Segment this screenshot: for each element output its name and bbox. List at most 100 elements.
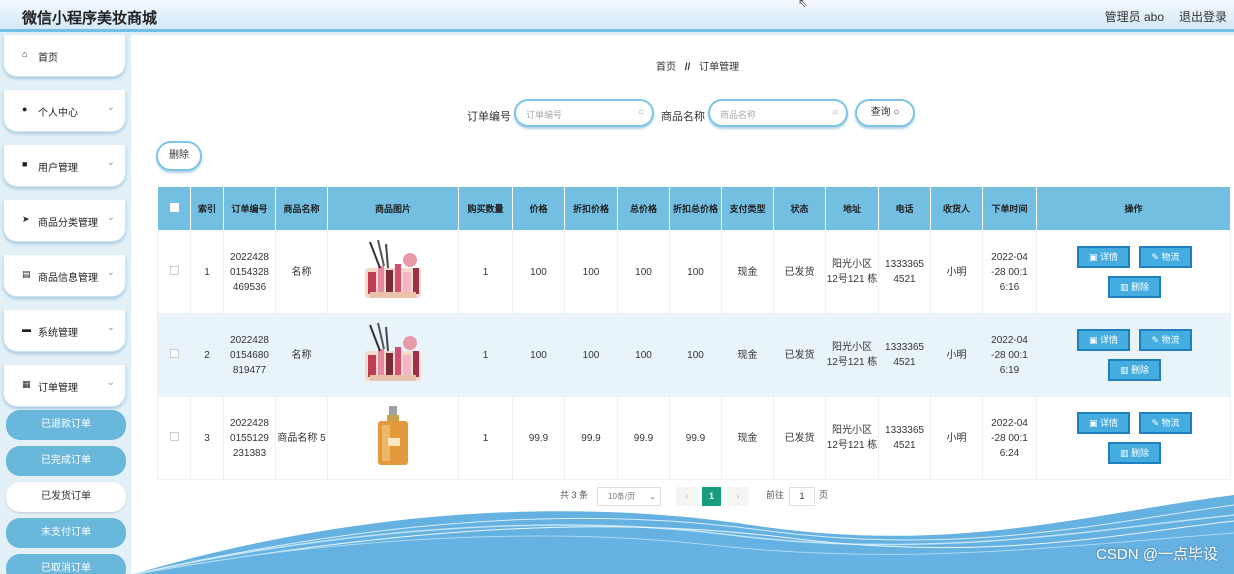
breadcrumb: 首页 // 订单管理 <box>656 58 739 73</box>
page-size-select[interactable]: 10条/页 ⌄ <box>597 487 661 506</box>
column-header: 状态 <box>773 186 826 231</box>
sidebar-item-label: 订单管理 <box>38 383 78 394</box>
cell-address: 阳光小区 12号121 栋 <box>825 313 879 397</box>
search-icon: ○ <box>831 107 838 118</box>
file-icon: ▤ <box>22 269 31 279</box>
detail-button[interactable]: ▣ 详情 <box>1077 412 1130 434</box>
logistics-label: 物流 <box>1161 335 1180 345</box>
cell-index: 2 <box>190 313 224 397</box>
goto-page-input[interactable]: 1 <box>789 487 815 506</box>
mouse-cursor-icon: ⇖ <box>798 0 809 10</box>
sidebar-item-categories[interactable]: ➤ 商品分类管理 ⌄ <box>3 200 126 242</box>
prev-page-button[interactable]: ‹ <box>676 487 698 506</box>
column-header: 电话 <box>878 186 931 231</box>
select-all-checkbox[interactable] <box>169 202 179 212</box>
cell-product-image <box>327 230 459 314</box>
sidebar-item-home[interactable]: ⌂ 首页 <box>3 35 126 77</box>
logout-link[interactable]: 退出登录 <box>1179 8 1227 25</box>
batch-delete-button[interactable]: 删除 <box>156 141 202 171</box>
order-no-input[interactable]: 订单编号 ○ <box>514 99 654 127</box>
column-header: 购买数量 <box>458 186 513 231</box>
doc-icon: ▣ <box>1088 335 1100 345</box>
cell-address: 阳光小区 12号121 栋 <box>825 230 879 314</box>
delete-label: 删除 <box>1131 365 1150 375</box>
cell-phone: 1333365 4521 <box>878 396 931 480</box>
page-number-active[interactable]: 1 <box>702 487 721 506</box>
column-header: 操作 <box>1036 186 1231 231</box>
search-icon: ○ <box>637 107 644 118</box>
logistics-button[interactable]: ✎ 物流 <box>1139 412 1192 434</box>
cell-total: 99.9 <box>617 396 670 480</box>
row-checkbox[interactable] <box>169 265 179 275</box>
delete-button[interactable]: ▥ 删除 <box>1108 359 1161 381</box>
cell-product-image <box>327 313 459 397</box>
sidebar-item-system[interactable]: ▬ 系统管理 ⌄ <box>3 310 126 352</box>
cell-discount-total: 99.9 <box>669 396 722 480</box>
page-suffix: 页 <box>819 490 829 500</box>
delete-button[interactable]: ▥ 删除 <box>1108 442 1161 464</box>
sidebar-item-label: 商品信息管理 <box>38 273 98 284</box>
column-header: 总价格 <box>617 186 670 231</box>
chevron-down-icon: ⌄ <box>106 157 115 168</box>
sidebar-item-label: 用户管理 <box>38 163 78 174</box>
column-header: 商品图片 <box>327 186 459 231</box>
column-header: 折扣总价格 <box>669 186 722 231</box>
cell-order-time: 2022-04 -28 00:1 6:16 <box>982 230 1037 314</box>
detail-label: 详情 <box>1100 418 1119 428</box>
main-content: 首页 // 订单管理 订单编号 订单编号 ○ 商品名称 商品名称 ○ 查询 ○ … <box>131 35 1234 574</box>
query-button[interactable]: 查询 ○ <box>855 99 915 127</box>
sidebar-item-products[interactable]: ▤ 商品信息管理 ⌄ <box>3 255 126 297</box>
cell-status: 已发货 <box>773 396 826 480</box>
trash-icon: ▥ <box>1119 448 1131 458</box>
cell-status: 已发货 <box>773 230 826 314</box>
cell-price: 100 <box>512 230 565 314</box>
chevron-down-icon: ⌄ <box>106 212 115 223</box>
product-name-input[interactable]: 商品名称 ○ <box>708 99 848 127</box>
cell-discount-price: 99.9 <box>564 396 618 480</box>
cell-payment-type: 现金 <box>721 230 774 314</box>
breadcrumb-home[interactable]: 首页 <box>656 62 676 73</box>
sidebar-item-orders[interactable]: ▦ 订单管理 ⌄ <box>3 365 126 407</box>
sidebar-subitem-cancelled[interactable]: 已取消订单 <box>6 554 126 574</box>
column-header: 收货人 <box>930 186 983 231</box>
sidebar-item-label: 系统管理 <box>38 328 78 339</box>
chevron-down-icon: ⌄ <box>649 492 656 501</box>
cell-order-no: 2022428 0154328 469536 <box>223 230 276 314</box>
cell-payment-type: 现金 <box>721 313 774 397</box>
edit-icon: ✎ <box>1151 418 1162 428</box>
table-row: 3 2022428 0155129 231383 商品名称 5 1 99.9 9… <box>157 396 1231 480</box>
logistics-button[interactable]: ✎ 物流 <box>1139 329 1192 351</box>
cell-actions: ▣ 详情 ✎ 物流 ▥ 删除 <box>1036 313 1231 397</box>
detail-label: 详情 <box>1100 335 1119 345</box>
delete-button[interactable]: ▥ 删除 <box>1108 276 1161 298</box>
cell-phone: 1333365 4521 <box>878 230 931 314</box>
product-name-placeholder: 商品名称 <box>720 110 757 120</box>
sidebar-subitem-completed[interactable]: 已完成订单 <box>6 446 126 476</box>
cell-order-no: 2022428 0155129 231383 <box>223 396 276 480</box>
cell-quantity: 1 <box>458 313 513 397</box>
row-checkbox[interactable] <box>169 348 179 358</box>
cell-quantity: 1 <box>458 396 513 480</box>
next-page-button[interactable]: › <box>727 487 749 506</box>
sidebar-subitem-shipped[interactable]: 已发货订单 <box>6 482 126 512</box>
thumb-icon: ■ <box>22 159 28 169</box>
column-header: 价格 <box>512 186 565 231</box>
cell-price: 100 <box>512 313 565 397</box>
row-checkbox[interactable] <box>169 431 179 441</box>
detail-button[interactable]: ▣ 详情 <box>1077 246 1130 268</box>
detail-button[interactable]: ▣ 详情 <box>1077 329 1130 351</box>
sidebar-item-profile[interactable]: ● 个人中心 ⌄ <box>3 90 126 132</box>
cosmetics-set-image <box>365 239 421 298</box>
logistics-button[interactable]: ✎ 物流 <box>1139 246 1192 268</box>
cell-receiver: 小明 <box>930 230 983 314</box>
sidebar-item-users[interactable]: ■ 用户管理 ⌄ <box>3 145 126 187</box>
send-icon: ➤ <box>22 214 30 224</box>
sidebar-subitem-refunded[interactable]: 已退款订单 <box>6 410 126 440</box>
cosmetics-set-image <box>365 322 421 381</box>
table-row: 2 2022428 0154680 819477 名称 1 100 100 10… <box>157 313 1231 397</box>
select-all-header[interactable] <box>157 186 191 231</box>
cell-product-name: 商品名称 5 <box>275 396 328 480</box>
sidebar-subitem-unpaid[interactable]: 未支付订单 <box>6 518 126 548</box>
column-header: 折扣价格 <box>564 186 618 231</box>
trash-icon: ▥ <box>1119 282 1131 292</box>
